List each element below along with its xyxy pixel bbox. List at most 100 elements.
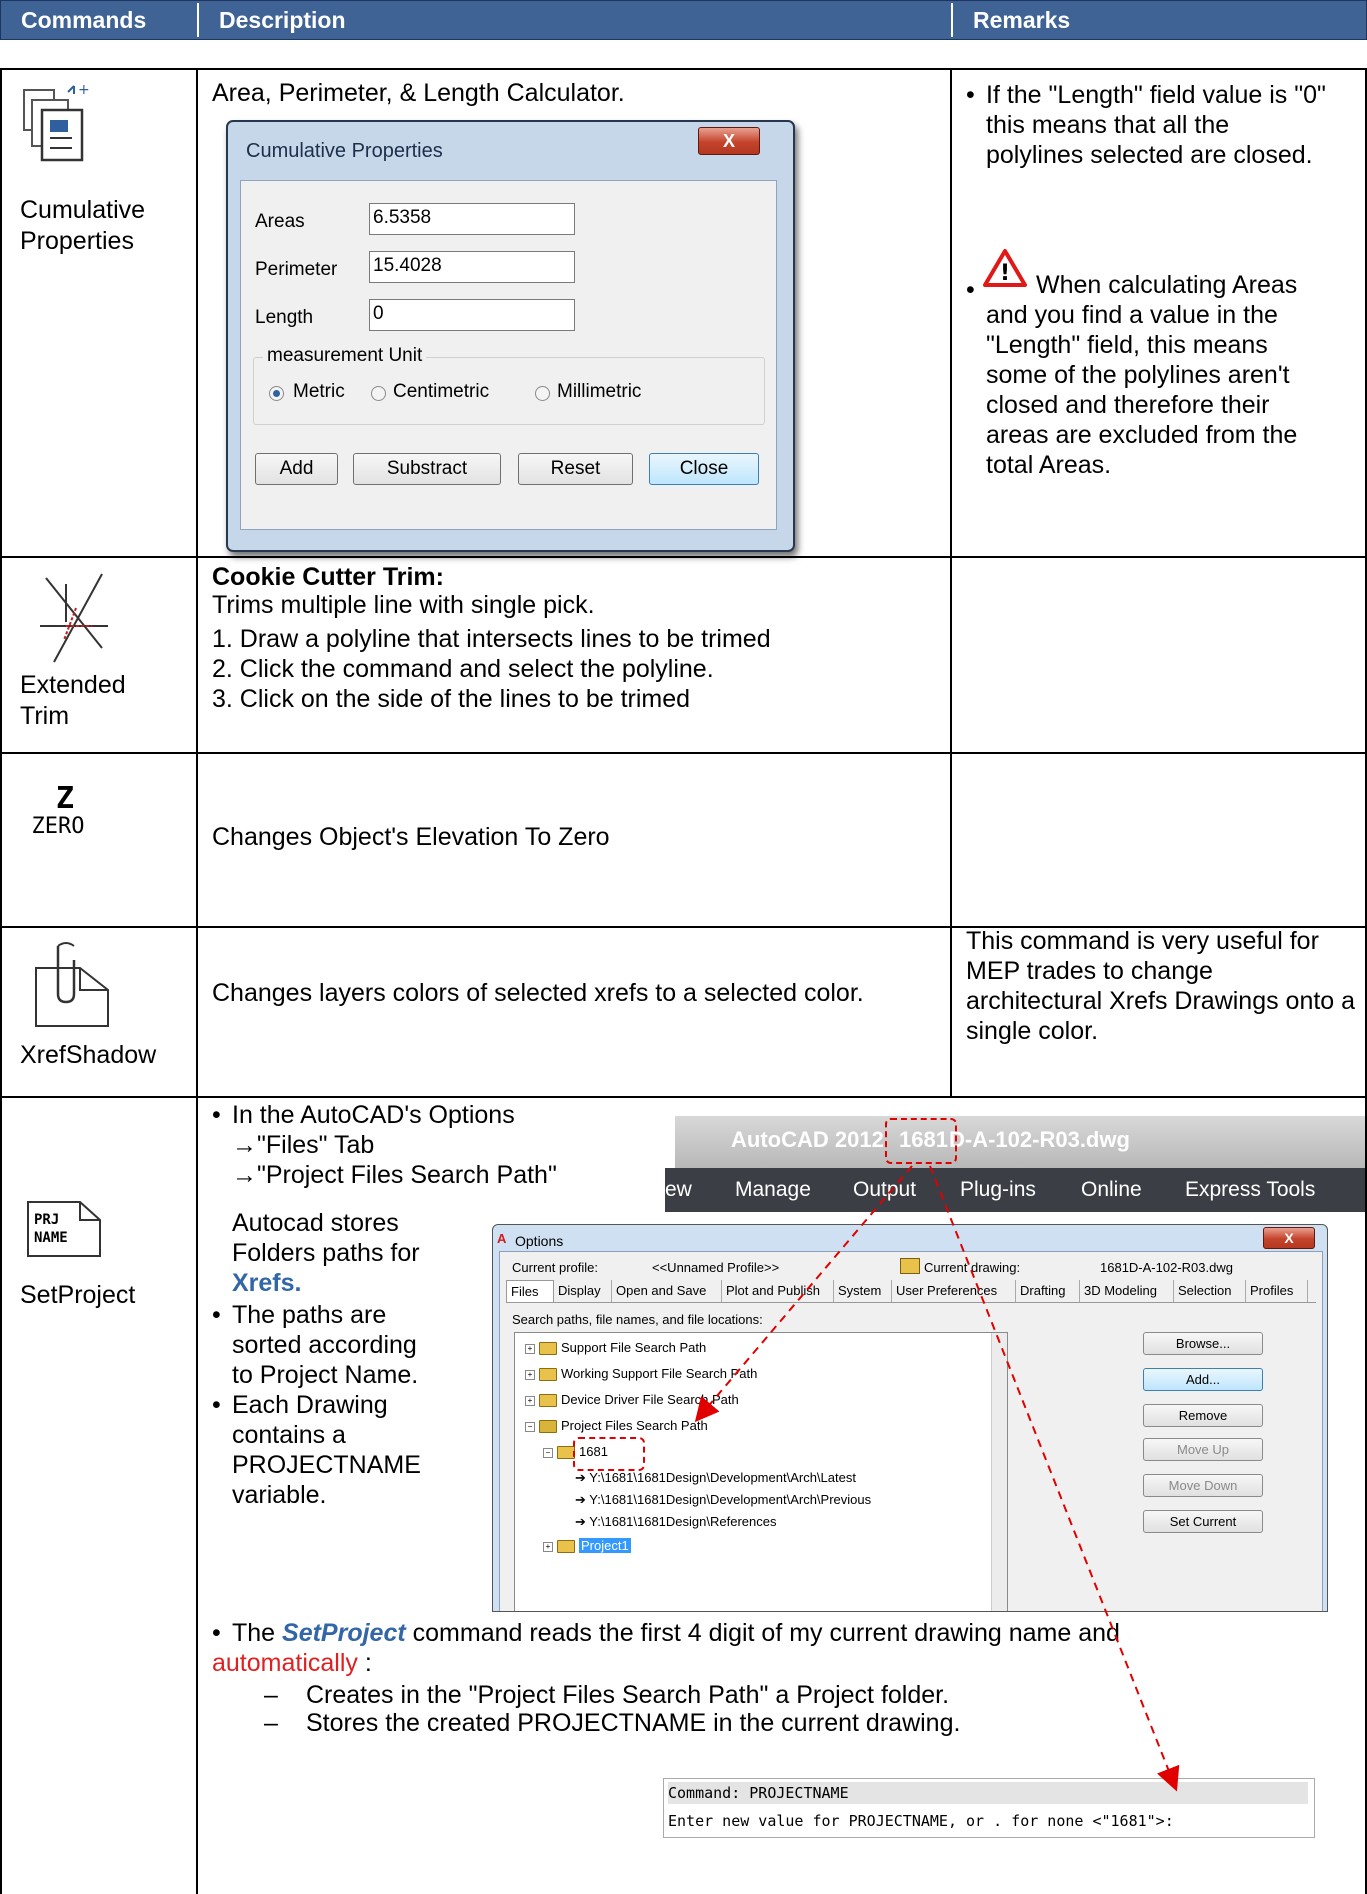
areas-label: Areas bbox=[255, 211, 305, 232]
expand-icon[interactable]: + bbox=[525, 1369, 535, 1380]
tree-item-path-references[interactable]: ➔ Y:\1681\1681Design\References bbox=[575, 1513, 776, 1531]
search-path-tree[interactable]: + Support File Search Path + Working Suppo… bbox=[514, 1332, 1008, 1611]
move-down-button[interactable]: Move Down bbox=[1143, 1474, 1263, 1497]
header-commands: Commands bbox=[21, 7, 147, 33]
collapse-icon[interactable]: − bbox=[525, 1421, 535, 1432]
tab-display[interactable]: Display bbox=[554, 1280, 612, 1302]
menu-express-tools[interactable]: Express Tools bbox=[1185, 1178, 1315, 1202]
tab-selection[interactable]: Selection bbox=[1174, 1280, 1246, 1302]
tab-drafting[interactable]: Drafting bbox=[1016, 1280, 1080, 1302]
tab-system[interactable]: System bbox=[834, 1280, 892, 1302]
prj-icon-text: PRJ bbox=[34, 1212, 60, 1228]
substract-button[interactable]: Substract bbox=[353, 453, 501, 485]
command-name-xrefshadow: XrefShadow bbox=[20, 1041, 157, 1069]
tree-item-path-latest[interactable]: ➔ Y:\1681\1681Design\Development\Arch\La… bbox=[575, 1469, 856, 1487]
drawing-line-2: contains a bbox=[232, 1421, 346, 1449]
tree-item-path-previous[interactable]: ➔ Y:\1681\1681Design\Development\Arch\Pr… bbox=[575, 1491, 871, 1509]
menu-view[interactable]: ew bbox=[665, 1178, 692, 1202]
xrefs-highlight: Xrefs. bbox=[232, 1269, 302, 1297]
drawing-icon bbox=[900, 1258, 920, 1274]
extended-trim-icon[interactable] bbox=[36, 570, 112, 666]
tab-plot-publish[interactable]: Plot and Publish bbox=[722, 1280, 834, 1302]
tab-3d-modeling[interactable]: 3D Modeling bbox=[1080, 1280, 1174, 1302]
dash: – bbox=[264, 1709, 278, 1737]
options-button-column: Browse... Add... Remove Move Up Move Dow… bbox=[1143, 1332, 1263, 1602]
tab-open-save[interactable]: Open and Save bbox=[612, 1280, 722, 1302]
autocad-menu-bar: ew Manage Output Plug-ins Online Express… bbox=[665, 1168, 1365, 1212]
set-current-button[interactable]: Set Current bbox=[1143, 1510, 1263, 1533]
column-border bbox=[0, 68, 2, 1894]
command-name-setproject: SetProject bbox=[20, 1281, 136, 1309]
xref-shadow-icon[interactable] bbox=[30, 940, 116, 1028]
collapse-icon[interactable]: − bbox=[543, 1447, 553, 1458]
expand-icon[interactable]: + bbox=[525, 1343, 535, 1354]
tab-files[interactable]: Files bbox=[506, 1280, 554, 1302]
options-title: Options bbox=[515, 1233, 564, 1249]
zero-icon-label: ZERO bbox=[31, 814, 85, 839]
zero-elevation-icon[interactable]: Z ZERO bbox=[20, 784, 110, 844]
perimeter-field[interactable]: 15.4028 bbox=[369, 251, 575, 283]
close-icon[interactable]: X bbox=[698, 127, 760, 155]
table-header: Commands Description Remarks bbox=[0, 0, 1367, 40]
bullet: • bbox=[966, 276, 975, 304]
tree-scrollbar[interactable] bbox=[991, 1333, 1007, 1611]
expand-icon[interactable]: + bbox=[525, 1395, 535, 1406]
row-border bbox=[0, 68, 1367, 70]
current-drawing-value: 1681D-A-102-R03.dwg bbox=[1100, 1260, 1233, 1275]
menu-output[interactable]: Output bbox=[853, 1178, 916, 1202]
cumulative-properties-icon[interactable]: + bbox=[20, 80, 104, 168]
trim-step-3: 3. Click on the side of the lines to be … bbox=[212, 685, 691, 713]
bullet: • bbox=[212, 1101, 221, 1129]
centimetric-radio[interactable] bbox=[371, 386, 386, 401]
expand-icon[interactable]: + bbox=[543, 1541, 553, 1552]
tree-item-label: Y:\1681\1681Design\Development\Arch\Late… bbox=[589, 1470, 856, 1485]
folder-icon bbox=[539, 1394, 557, 1408]
tree-item-label: Y:\1681\1681Design\References bbox=[589, 1514, 777, 1529]
bullet: • bbox=[212, 1619, 221, 1647]
add-button[interactable]: Add bbox=[255, 453, 338, 485]
stores-line-1: Autocad stores bbox=[232, 1209, 399, 1237]
remark-xrefshadow: This command is very useful for MEP trad… bbox=[966, 927, 1356, 1045]
move-up-button[interactable]: Move Up bbox=[1143, 1438, 1263, 1461]
setproject-command: SetProject bbox=[282, 1619, 406, 1647]
tree-item-project-files[interactable]: − Project Files Search Path bbox=[525, 1417, 708, 1435]
cookie-cutter-subtitle: Trims multiple line with single pick. bbox=[212, 591, 595, 619]
project-name-icon[interactable]: PRJ NAME bbox=[24, 1198, 104, 1260]
description-cumulative: Area, Perimeter, & Length Calculator. bbox=[212, 79, 625, 107]
reset-button[interactable]: Reset bbox=[518, 453, 633, 485]
current-profile-label: Current profile: bbox=[512, 1260, 598, 1275]
trim-step-2: 2. Click the command and select the poly… bbox=[212, 655, 714, 683]
tree-item-device-driver[interactable]: + Device Driver File Search Path bbox=[525, 1391, 739, 1409]
menu-plugins[interactable]: Plug-ins bbox=[960, 1178, 1036, 1202]
length-label: Length bbox=[255, 307, 314, 328]
remove-button[interactable]: Remove bbox=[1143, 1404, 1263, 1427]
menu-manage[interactable]: Manage bbox=[735, 1178, 811, 1202]
command-name-cumulative-properties: Cumulative Properties bbox=[20, 196, 146, 255]
browse-button[interactable]: Browse... bbox=[1143, 1332, 1263, 1355]
metric-radio[interactable] bbox=[269, 386, 284, 401]
add-path-button[interactable]: Add... bbox=[1143, 1368, 1263, 1391]
dash-item-1: Creates in the "Project Files Search Pat… bbox=[306, 1681, 950, 1709]
tree-item-support[interactable]: + Support File Search Path bbox=[525, 1339, 706, 1357]
millimetric-radio[interactable] bbox=[535, 386, 550, 401]
tree-item-project1[interactable]: + Project1 bbox=[543, 1537, 631, 1555]
dash-item-2: Stores the created PROJECTNAME in the cu… bbox=[306, 1709, 961, 1737]
command-name-extended-trim: Extended Trim bbox=[20, 671, 126, 730]
bullet: • bbox=[212, 1391, 221, 1419]
dialog-title: Cumulative Properties bbox=[246, 140, 443, 162]
automatically-colon: : bbox=[357, 1649, 372, 1677]
command-line-2[interactable]: Enter new value for PROJECTNAME, or . fo… bbox=[668, 1810, 1308, 1832]
options-close-icon[interactable]: X bbox=[1263, 1227, 1315, 1249]
tree-item-working-support[interactable]: + Working Support File Search Path bbox=[525, 1365, 757, 1383]
tree-item-label: Y:\1681\1681Design\Development\Arch\Prev… bbox=[589, 1492, 872, 1507]
svg-text:+: + bbox=[78, 82, 90, 98]
header-description: Description bbox=[219, 7, 346, 33]
areas-field[interactable]: 6.5358 bbox=[369, 203, 575, 235]
command-line-1: Command: PROJECTNAME bbox=[668, 1782, 1308, 1804]
tab-user-preferences[interactable]: User Preferences bbox=[892, 1280, 1016, 1302]
menu-online[interactable]: Online bbox=[1081, 1178, 1142, 1202]
cookie-cutter-title: Cookie Cutter Trim: bbox=[212, 563, 444, 591]
length-field[interactable]: 0 bbox=[369, 299, 575, 331]
tab-profiles[interactable]: Profiles bbox=[1246, 1280, 1308, 1302]
close-button[interactable]: Close bbox=[649, 453, 759, 485]
